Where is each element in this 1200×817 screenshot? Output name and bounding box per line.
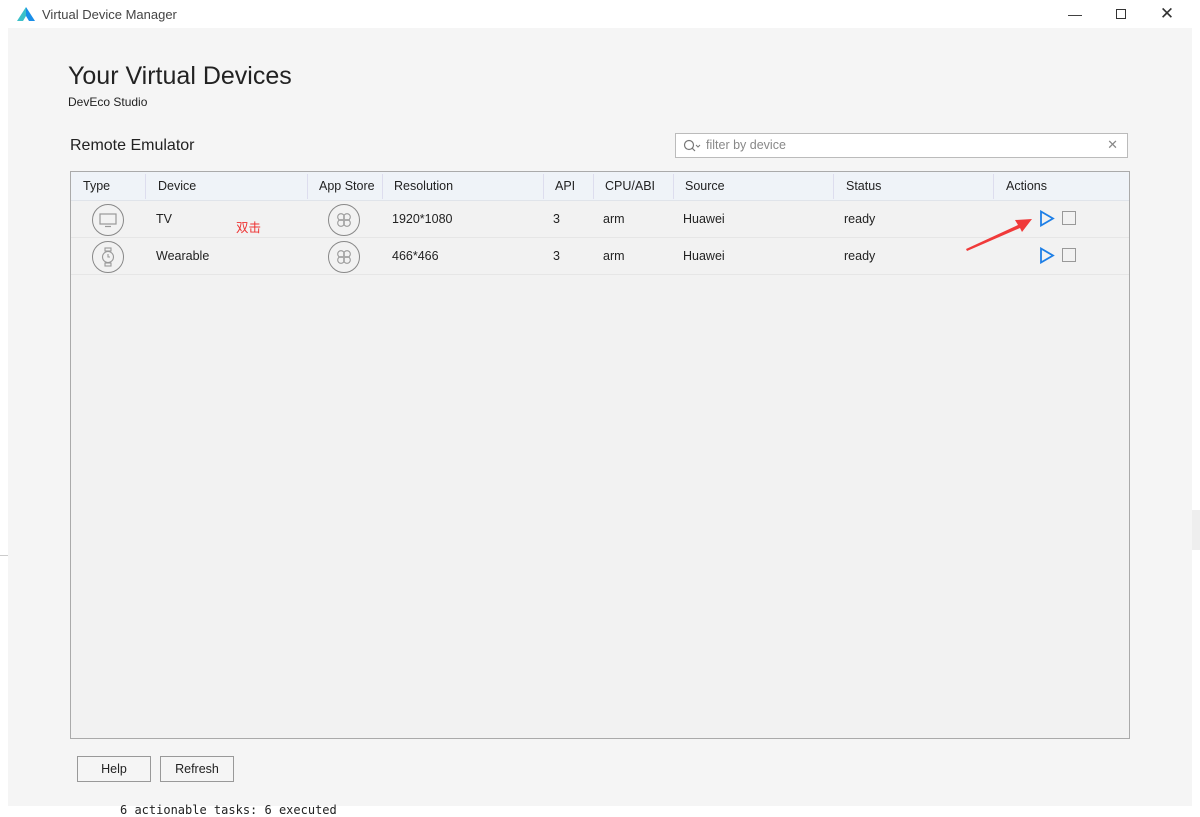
source: Huawei: [683, 212, 725, 226]
column-actions[interactable]: Actions: [1006, 179, 1047, 193]
status: ready: [844, 249, 876, 263]
resolution: 466*466: [392, 249, 439, 263]
column-device[interactable]: Device: [158, 179, 196, 193]
page-subtitle: DevEco Studio: [68, 95, 148, 109]
help-button[interactable]: Help: [77, 756, 151, 782]
resolution: 1920*1080: [392, 212, 453, 226]
cpu: arm: [603, 212, 625, 226]
column-cpu[interactable]: CPU/ABI: [605, 179, 655, 193]
column-type[interactable]: Type: [83, 179, 110, 193]
deveco-logo-icon: [17, 7, 35, 21]
column-app-store[interactable]: App Store: [319, 179, 375, 193]
section-title: Remote Emulator: [70, 137, 195, 154]
device-name: TV: [156, 212, 172, 226]
table-header: Type Device App Store Resolution API CPU…: [71, 172, 1129, 201]
tv-icon: [92, 204, 124, 236]
close-button[interactable]: ✕: [1144, 0, 1190, 28]
annotation-double-click: 双击: [236, 221, 262, 235]
column-resolution[interactable]: Resolution: [394, 179, 453, 193]
background-ide-right: [1192, 510, 1200, 550]
app-store-icon[interactable]: [328, 204, 360, 236]
watch-icon: [92, 241, 124, 273]
device-name: Wearable: [156, 249, 210, 263]
device-table: Type Device App Store Resolution API CPU…: [70, 171, 1130, 739]
annotation-arrow-icon: [966, 219, 1032, 251]
page-title: Your Virtual Devices: [68, 62, 292, 90]
app-store-icon[interactable]: [328, 241, 360, 273]
api: 3: [553, 212, 560, 226]
stop-icon[interactable]: [1062, 211, 1076, 225]
title-bar: Virtual Device Manager — ✕: [0, 0, 1200, 28]
clear-search-icon[interactable]: ✕: [1107, 137, 1118, 153]
stop-icon[interactable]: [1062, 248, 1076, 262]
minimize-button[interactable]: —: [1052, 0, 1098, 28]
column-source[interactable]: Source: [685, 179, 725, 193]
source: Huawei: [683, 249, 725, 263]
background-ide: [0, 555, 8, 615]
refresh-button[interactable]: Refresh: [160, 756, 234, 782]
column-api[interactable]: API: [555, 179, 575, 193]
search-input[interactable]: [706, 138, 1096, 152]
search-field[interactable]: ✕: [675, 133, 1128, 158]
play-icon[interactable]: [1039, 210, 1055, 227]
cpu: arm: [603, 249, 625, 263]
status: ready: [844, 212, 876, 226]
window-title: Virtual Device Manager: [42, 7, 177, 22]
api: 3: [553, 249, 560, 263]
maximize-icon: [1116, 9, 1126, 19]
column-status[interactable]: Status: [846, 179, 881, 193]
search-icon: [683, 139, 701, 152]
maximize-button[interactable]: [1098, 0, 1144, 28]
play-icon[interactable]: [1039, 247, 1055, 264]
